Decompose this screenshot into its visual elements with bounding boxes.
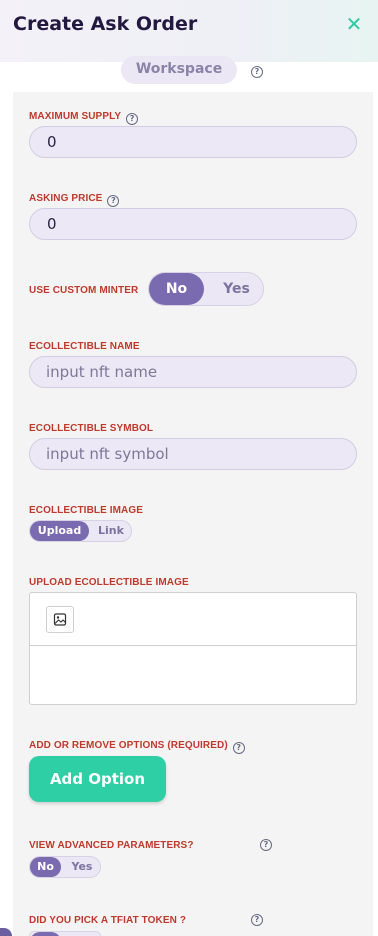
modal-title: Create Ask Order	[13, 13, 198, 35]
upload-box-divider	[30, 645, 356, 646]
advanced-no-option[interactable]: No	[30, 857, 61, 877]
ecollectible-image-label: ECOLLECTIBLE IMAGE	[29, 505, 144, 516]
image-upload-box[interactable]	[29, 592, 357, 705]
help-icon[interactable]: ?	[251, 914, 263, 926]
help-icon[interactable]: ?	[260, 839, 272, 851]
image-icon	[53, 613, 67, 626]
ecollectible-name-input[interactable]: input nft name	[29, 356, 357, 388]
add-option-button[interactable]: Add Option	[29, 756, 166, 802]
advanced-yes-option[interactable]: Yes	[64, 857, 100, 877]
maximum-supply-label: MAXIMUM SUPPLY?	[29, 111, 139, 125]
help-icon[interactable]: ?	[232, 742, 245, 754]
help-icon[interactable]: ?	[251, 66, 263, 78]
use-custom-minter-label: USE CUSTOM MINTER	[29, 285, 139, 296]
help-icon[interactable]: ?	[126, 113, 139, 125]
options-label-text: ADD OR REMOVE OPTIONS (REQUIRED)	[29, 740, 228, 751]
options-label: ADD OR REMOVE OPTIONS (REQUIRED)?	[29, 740, 245, 754]
custom-minter-no-option[interactable]: No	[149, 273, 204, 305]
maximum-supply-label-text: MAXIMUM SUPPLY	[29, 111, 122, 122]
advanced-parameters-label: VIEW ADVANCED PARAMETERS?	[29, 840, 194, 851]
image-source-toggle[interactable]: Upload Link	[29, 520, 132, 542]
custom-minter-yes-option[interactable]: Yes	[209, 273, 264, 305]
tfiat-toggle[interactable]	[29, 931, 101, 936]
asking-price-input[interactable]: 0	[29, 208, 357, 240]
tfiat-no-option[interactable]	[30, 932, 61, 936]
maximum-supply-input[interactable]: 0	[29, 126, 357, 158]
tfiat-token-label: DID YOU PICK A TFIAT TOKEN ?	[29, 915, 187, 926]
asking-price-label: ASKING PRICE?	[29, 193, 120, 207]
image-upload-option[interactable]: Upload	[30, 521, 89, 541]
image-link-option[interactable]: Link	[91, 521, 131, 541]
close-icon[interactable]: ✕	[344, 13, 364, 35]
ecollectible-name-label: ECOLLECTIBLE NAME	[29, 341, 140, 352]
asking-price-label-text: ASKING PRICE	[29, 193, 103, 204]
custom-minter-toggle[interactable]: No Yes	[148, 272, 264, 306]
ecollectible-symbol-label: ECOLLECTIBLE SYMBOL	[29, 423, 154, 434]
decorative-corner	[0, 928, 12, 936]
upload-image-label: UPLOAD ECOLLECTIBLE IMAGE	[29, 577, 189, 588]
insert-image-button[interactable]	[46, 606, 74, 633]
modal-header: Create Ask Order ✕	[0, 0, 378, 62]
workspace-pill[interactable]: Workspace	[121, 56, 237, 84]
help-icon[interactable]: ?	[107, 195, 120, 207]
ecollectible-symbol-input[interactable]: input nft symbol	[29, 438, 357, 470]
advanced-parameters-toggle[interactable]: No Yes	[29, 856, 101, 878]
